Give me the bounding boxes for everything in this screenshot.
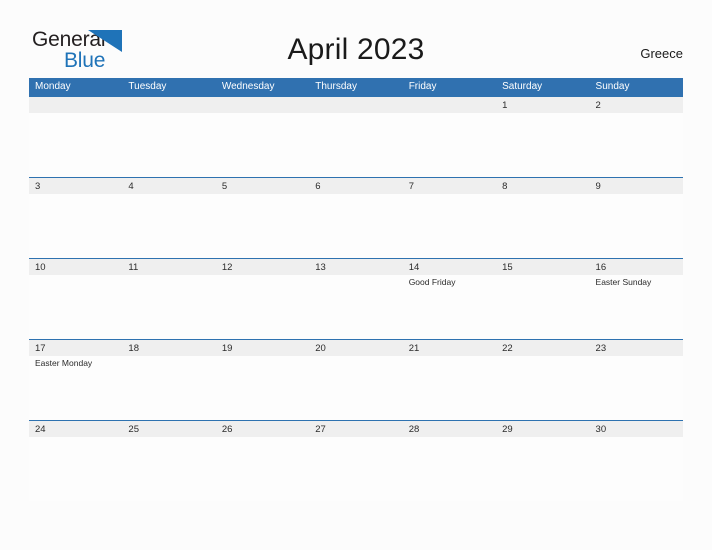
day-number: 3 bbox=[35, 181, 41, 192]
day-number: 1 bbox=[502, 100, 508, 111]
calendar-week-row: 17 Easter Monday 18 19 20 21 22 23 bbox=[29, 339, 683, 420]
day-cell[interactable] bbox=[309, 97, 403, 177]
day-number: 14 bbox=[408, 262, 420, 273]
day-cell[interactable]: 7 bbox=[402, 178, 497, 258]
weekday-header-thursday: Thursday bbox=[315, 81, 357, 92]
day-number: 2 bbox=[595, 100, 601, 111]
day-cell[interactable]: 10 bbox=[29, 259, 123, 339]
day-event: Good Friday bbox=[408, 277, 456, 287]
day-cell[interactable]: 1 bbox=[496, 97, 590, 177]
day-number: 6 bbox=[315, 181, 321, 192]
calendar-grid: Monday Tuesday Wednesday Thursday Friday… bbox=[29, 78, 683, 501]
day-number: 16 bbox=[595, 262, 607, 273]
country-label: Greece bbox=[640, 46, 683, 61]
day-number: 7 bbox=[408, 181, 414, 192]
day-cell[interactable]: 22 bbox=[496, 340, 590, 420]
day-cell[interactable]: 21 bbox=[402, 340, 497, 420]
weekday-header-friday: Friday bbox=[408, 81, 437, 92]
day-cell[interactable] bbox=[402, 97, 497, 177]
day-number: 29 bbox=[502, 424, 513, 435]
day-number: 22 bbox=[502, 343, 513, 354]
day-cell[interactable] bbox=[215, 97, 310, 177]
day-number: 28 bbox=[408, 424, 420, 435]
day-cell[interactable]: 4 bbox=[122, 178, 216, 258]
calendar-week-row: 24 25 26 27 28 29 30 bbox=[29, 420, 683, 501]
day-number: 18 bbox=[128, 343, 139, 354]
day-number: 8 bbox=[502, 181, 508, 192]
day-cell[interactable]: 3 bbox=[29, 178, 123, 258]
day-number: 17 bbox=[35, 343, 46, 354]
day-number: 15 bbox=[502, 262, 513, 273]
day-number: 5 bbox=[221, 181, 228, 192]
page-title: April 2023 bbox=[287, 33, 425, 66]
day-cell[interactable]: 9 bbox=[589, 178, 683, 258]
day-cell[interactable]: 14 Good Friday bbox=[402, 259, 497, 339]
day-cell[interactable]: 20 bbox=[309, 340, 403, 420]
day-cell[interactable]: 23 bbox=[589, 340, 683, 420]
day-number: 4 bbox=[128, 181, 134, 192]
weekday-header-saturday: Saturday bbox=[502, 81, 543, 92]
day-number: 20 bbox=[315, 343, 326, 354]
day-cell[interactable]: 29 bbox=[496, 421, 590, 501]
day-cell[interactable]: 19 bbox=[215, 340, 310, 420]
calendar-week-row: 10 11 12 13 14 Good Friday 15 16 Easter … bbox=[29, 258, 683, 339]
day-cell[interactable]: 11 bbox=[122, 259, 216, 339]
day-number: 23 bbox=[595, 343, 607, 354]
day-cell[interactable]: 8 bbox=[496, 178, 590, 258]
day-cell[interactable]: 17 Easter Monday bbox=[29, 340, 123, 420]
day-cell[interactable]: 6 bbox=[309, 178, 403, 258]
day-number: 11 bbox=[128, 262, 139, 273]
day-cell[interactable]: 16 Easter Sunday bbox=[589, 259, 683, 339]
day-number: 24 bbox=[35, 424, 46, 435]
day-cell[interactable]: 26 bbox=[215, 421, 310, 501]
day-number: 13 bbox=[315, 262, 326, 273]
calendar-week-row: 3 4 5 6 7 8 9 bbox=[29, 177, 683, 258]
day-cell[interactable]: 13 bbox=[309, 259, 403, 339]
day-cell[interactable]: 24 bbox=[29, 421, 123, 501]
weekday-header-tuesday: Tuesday bbox=[128, 81, 167, 92]
day-number: 30 bbox=[595, 424, 607, 435]
day-cell[interactable]: 25 bbox=[122, 421, 216, 501]
day-cell[interactable]: 18 bbox=[122, 340, 216, 420]
weekday-header-monday: Monday bbox=[35, 81, 71, 92]
weekday-header-row: Monday Tuesday Wednesday Thursday Friday… bbox=[29, 78, 683, 96]
day-number: 25 bbox=[128, 424, 139, 435]
day-event: Easter Sunday bbox=[595, 277, 652, 287]
day-number: 9 bbox=[595, 181, 601, 192]
day-number: 19 bbox=[221, 343, 233, 354]
weekday-header-sunday: Sunday bbox=[595, 81, 630, 92]
day-number: 10 bbox=[35, 262, 46, 273]
day-cell[interactable]: 28 bbox=[402, 421, 497, 501]
calendar-week-row: 1 2 bbox=[29, 96, 683, 177]
page-header: General Blue April 2023 Greece bbox=[0, 0, 712, 78]
day-event: Easter Monday bbox=[35, 358, 93, 368]
day-number: 21 bbox=[408, 343, 420, 354]
day-cell[interactable]: 2 bbox=[589, 97, 683, 177]
day-cell[interactable]: 12 bbox=[215, 259, 310, 339]
day-number: 26 bbox=[221, 424, 233, 435]
day-cell[interactable]: 15 bbox=[496, 259, 590, 339]
day-number: 12 bbox=[221, 262, 233, 273]
weekday-header-wednesday: Wednesday bbox=[221, 81, 275, 92]
day-cell[interactable]: 27 bbox=[309, 421, 403, 501]
day-cell[interactable]: 5 bbox=[215, 178, 310, 258]
day-cell[interactable] bbox=[122, 97, 216, 177]
day-cell[interactable]: 30 bbox=[589, 421, 683, 501]
day-cell[interactable] bbox=[29, 97, 123, 177]
day-number: 27 bbox=[315, 424, 326, 435]
